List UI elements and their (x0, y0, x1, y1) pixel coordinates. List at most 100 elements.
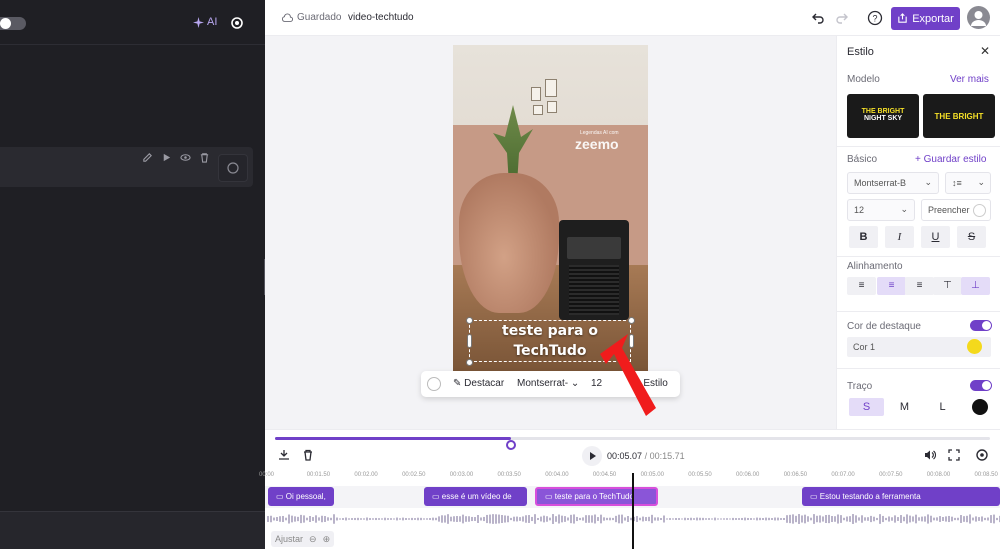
outline-size-m[interactable]: M (887, 398, 922, 416)
waveform-bar (405, 518, 407, 520)
waveform-bar (423, 518, 425, 520)
align-top-button[interactable]: ⊤ (933, 277, 962, 295)
color-swatch[interactable] (427, 377, 441, 391)
font-dropdown[interactable]: Montserrat- ⌄ (517, 378, 579, 389)
line-spacing-select[interactable]: ↕≡ ⌄ (945, 172, 991, 194)
highlight-button[interactable]: ✎ Destacar (453, 378, 504, 389)
ruler-tick: 00:08.00 (926, 472, 951, 478)
settings-icon[interactable] (230, 16, 244, 30)
waveform-bar (822, 516, 824, 522)
undo-icon[interactable] (811, 11, 825, 25)
waveform-bar (576, 516, 578, 522)
waveform-bar (420, 517, 422, 521)
waveform-bar (273, 517, 275, 521)
outline-color-swatch[interactable] (972, 399, 988, 415)
waveform-bar (843, 517, 845, 521)
align-center-button[interactable]: ≡ (877, 277, 906, 295)
avatar[interactable] (967, 6, 990, 29)
font-family-select[interactable]: Montserrat-B ⌄ (847, 172, 939, 194)
fit-button[interactable]: Ajustar (275, 534, 303, 544)
playback-progress[interactable] (275, 437, 990, 450)
resize-handle[interactable] (466, 359, 473, 366)
basic-label: Básico (847, 154, 878, 165)
subtitle-clip[interactable]: ▭ Oi pessoal, (268, 487, 334, 506)
waveform-bar (651, 514, 653, 524)
waveform-bar (324, 516, 326, 522)
waveform-bar (594, 514, 596, 524)
zoom-in-icon[interactable]: ⊕ (323, 534, 331, 545)
ruler-tick: 00:05.50 (688, 472, 712, 478)
zoom-out-icon[interactable]: ⊖ (309, 534, 317, 545)
progress-knob[interactable] (505, 440, 516, 450)
fill-select[interactable]: Preencher (921, 199, 991, 221)
waveform-bar (309, 516, 311, 522)
edit-icon[interactable] (142, 152, 153, 163)
highlight-toggle[interactable] (970, 320, 992, 331)
time-separator: / (644, 451, 648, 461)
outline-label: Traço (847, 381, 873, 392)
waveform-bar (513, 516, 515, 522)
help-icon[interactable]: ? (867, 10, 883, 26)
export-button[interactable]: Exportar (891, 7, 960, 30)
underline-button[interactable]: U (921, 226, 950, 248)
split-icon[interactable] (277, 448, 291, 462)
font-size-select[interactable]: 12 ⌄ (847, 199, 915, 221)
waveform-bar (378, 518, 380, 520)
size-select-value: 12 (854, 205, 865, 215)
redo-icon[interactable] (835, 11, 849, 25)
resize-handle[interactable] (467, 334, 472, 348)
bold-button[interactable]: B (849, 226, 878, 248)
fullscreen-icon[interactable] (947, 448, 961, 462)
waveform-bar (558, 514, 560, 524)
subtitle-clip[interactable]: ▭ Estou testando a ferramenta (802, 487, 1000, 506)
video-frame-1 (531, 87, 541, 101)
waveform-bar (792, 514, 794, 524)
italic-button[interactable]: I (885, 226, 914, 248)
waveform-bar (642, 516, 644, 522)
waveform-bar (876, 517, 878, 521)
close-icon[interactable]: ✕ (980, 44, 990, 58)
panel-toggle[interactable] (0, 17, 26, 30)
waveform-bar (690, 517, 692, 521)
trash-icon[interactable] (301, 448, 315, 462)
waveform-bar (936, 517, 938, 521)
waveform-bar (702, 517, 704, 521)
project-name[interactable]: video-techtudo (348, 12, 414, 23)
align-left-button[interactable]: ≡ (847, 277, 876, 295)
style-model[interactable]: THE BRIGHT NIGHT SKY (847, 94, 919, 138)
outline-toggle[interactable] (970, 380, 992, 391)
ai-button[interactable]: AI (193, 16, 217, 28)
align-bottom-button[interactable]: ⊥ (961, 277, 990, 295)
resize-handle[interactable] (466, 317, 473, 324)
resize-handle[interactable] (628, 317, 635, 324)
waveform-bar (897, 517, 899, 521)
clip-label: Estou testando a ferramenta (819, 492, 921, 501)
style-model[interactable]: THE BRIGHT (923, 94, 995, 138)
fill-color-swatch[interactable] (973, 204, 986, 217)
playhead[interactable] (632, 473, 634, 549)
strikethrough-button[interactable]: S (957, 226, 986, 248)
style-thumbnail[interactable] (218, 154, 248, 182)
waveform-bar (924, 516, 926, 522)
waveform-bar (846, 516, 848, 522)
subtitle-clip[interactable]: ▭ esse é um vídeo de (424, 487, 527, 506)
waveform-bar (534, 514, 536, 524)
see-more-link[interactable]: Ver mais (950, 74, 989, 85)
highlight-color-swatch[interactable] (967, 339, 982, 354)
trash-icon[interactable] (199, 152, 210, 163)
outline-size-l[interactable]: L (925, 398, 960, 416)
caption-row[interactable] (0, 147, 253, 187)
waveform-bar (507, 515, 509, 523)
sparkle-icon (193, 16, 204, 28)
waveform-bar (654, 517, 656, 521)
volume-icon[interactable] (923, 448, 937, 462)
save-style-link[interactable]: + Guardar estilo (915, 154, 986, 165)
timeline: 00:05.07 / 00:15.71 00:00 00:01.50 00:02.0… (259, 429, 1000, 549)
outline-size-s[interactable]: S (849, 398, 884, 416)
eye-icon[interactable] (180, 152, 191, 163)
align-right-button[interactable]: ≡ (905, 277, 934, 295)
play-icon[interactable] (161, 152, 172, 163)
play-button[interactable] (582, 446, 602, 466)
settings-icon[interactable] (975, 448, 989, 462)
subtitle-clip-selected[interactable]: ▭ teste para o TechTudo (535, 487, 658, 506)
